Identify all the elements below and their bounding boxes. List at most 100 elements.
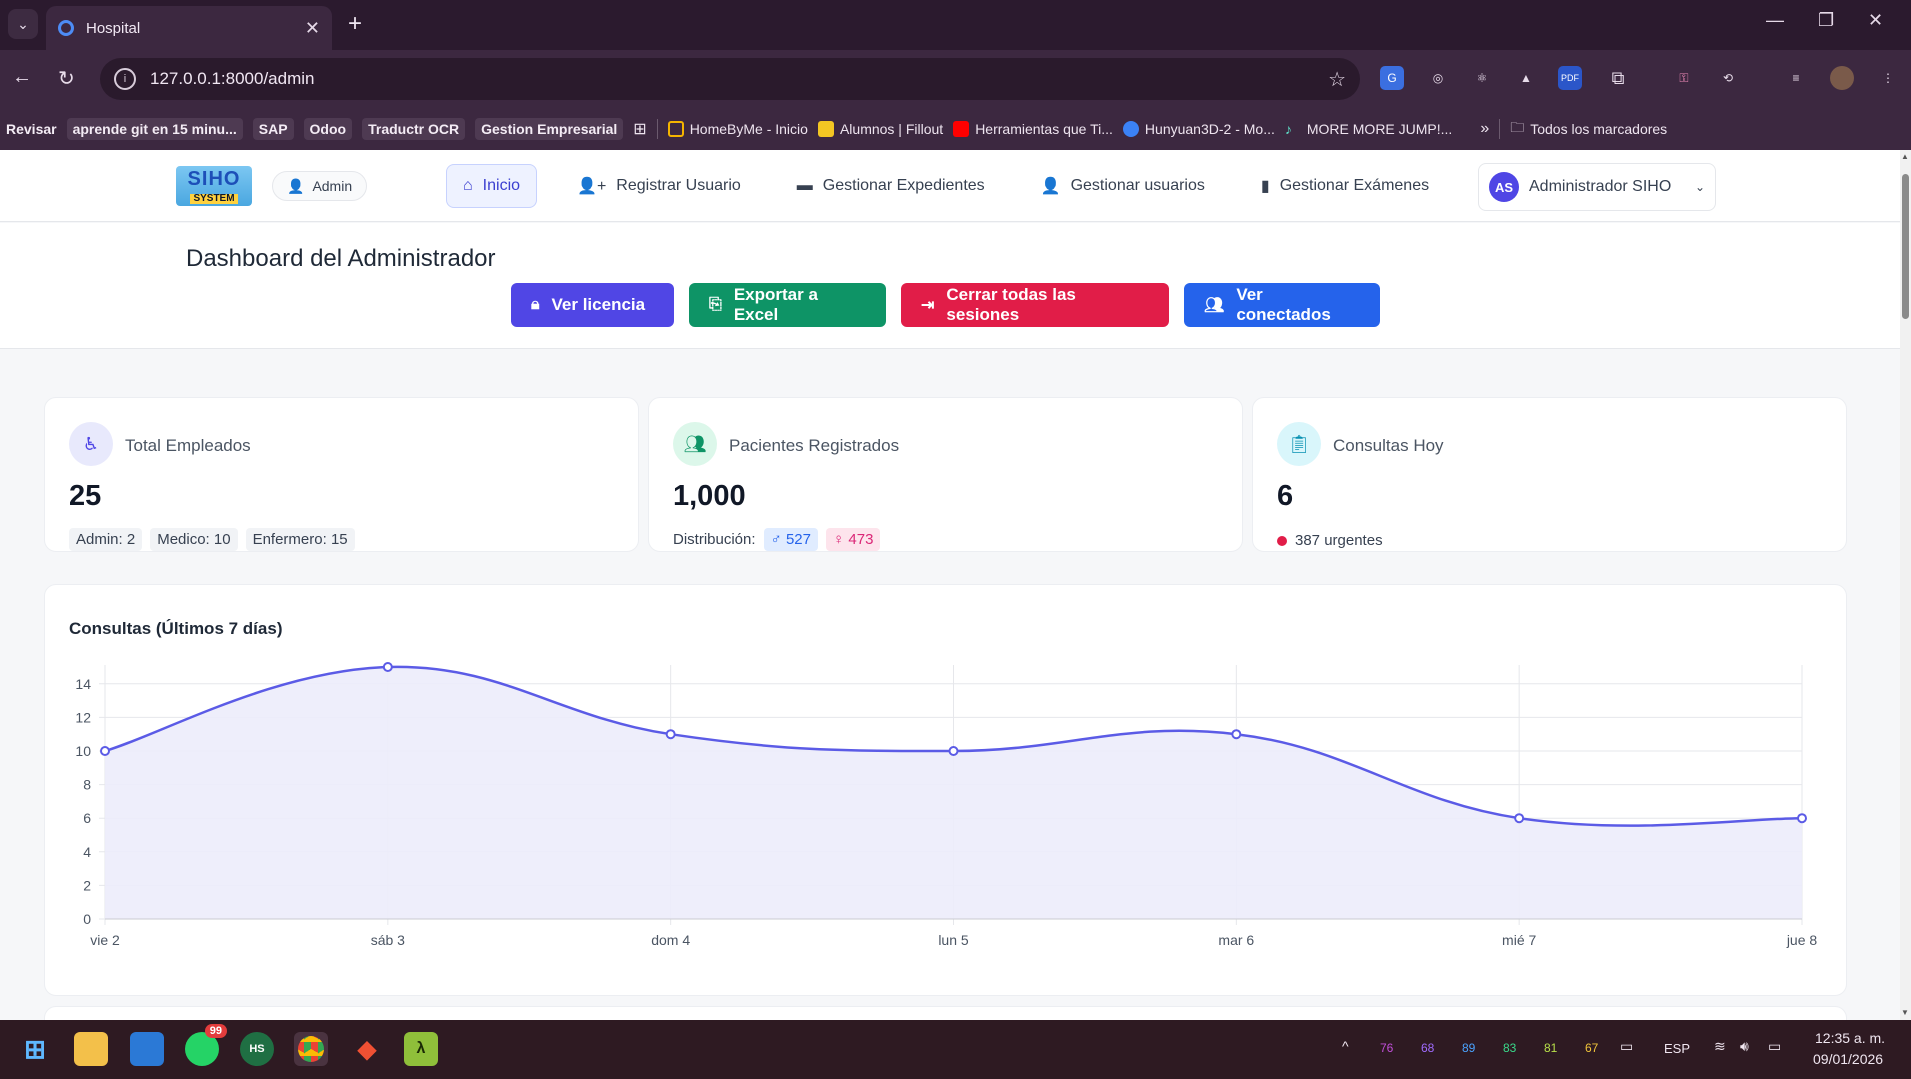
x-tick-label: dom 4	[651, 932, 690, 948]
minimize-icon[interactable]: —	[1766, 10, 1784, 31]
angular-extension-icon[interactable]: ▲	[1514, 66, 1538, 90]
data-point	[100, 746, 110, 756]
consults-value: 6	[1277, 480, 1294, 512]
bookmark-sap[interactable]: SAP	[252, 118, 294, 140]
back-icon[interactable]: ←	[12, 66, 32, 89]
nav-inicio[interactable]: ⌂ Inicio	[446, 164, 538, 208]
user-icon: 👤	[287, 177, 305, 194]
scroll-down-icon[interactable]: ▼	[1901, 1008, 1909, 1017]
exportar-excel-button[interactable]: ⎘ Exportar a Excel	[689, 283, 886, 327]
bookmark-mmj[interactable]: ♪ MORE MORE JUMP!...	[1285, 121, 1452, 137]
photos-icon[interactable]	[130, 1032, 164, 1066]
bookmark-revisar[interactable]: Revisar	[6, 121, 57, 137]
avatar: AS	[1489, 172, 1519, 202]
bookmark-odoo[interactable]: Odoo	[303, 118, 353, 140]
next-card	[44, 1006, 1847, 1020]
reload-icon[interactable]: ↻	[58, 66, 75, 91]
nav-gestionar-expedientes[interactable]: ▬ Gestionar Expedientes	[781, 164, 1001, 208]
patients-value: 1,000	[673, 480, 746, 512]
bookmark-fillout[interactable]: Alumnos | Fillout	[817, 121, 943, 137]
windows-start-icon[interactable]: ⊞	[18, 1032, 52, 1066]
history-icon[interactable]: ⟲	[1716, 66, 1740, 90]
media-queue-icon[interactable]: ≡	[1784, 66, 1808, 90]
user-menu[interactable]: AS Administrador SIHO ⌄	[1478, 163, 1716, 211]
bookmark-homebyme[interactable]: HomeByMe - Inicio	[667, 121, 808, 137]
bookmark-youtube[interactable]: Herramientas que Ti...	[953, 121, 1113, 137]
home-icon: ⌂	[463, 177, 473, 194]
profile-avatar[interactable]	[1830, 66, 1854, 90]
nav-gestionar-examenes[interactable]: ▮ Gestionar Exámenes	[1245, 164, 1445, 208]
browser-toolbar: ← ↻ i 127.0.0.1:8000/admin ☆ G ◎ ⚛ ▲ PDF…	[0, 50, 1911, 108]
ver-conectados-button[interactable]: 👥︎ Ver conectados	[1184, 283, 1380, 327]
bookmark-star-icon[interactable]: ☆	[1328, 67, 1346, 92]
patients-icon: 👥︎	[673, 422, 717, 466]
extensions-puzzle-icon[interactable]: ⧉	[1606, 66, 1630, 90]
new-tab-button[interactable]: +	[348, 10, 362, 38]
users-icon: 👥︎	[1204, 297, 1225, 314]
browser-menu-icon[interactable]: ⋮	[1876, 66, 1900, 90]
tray-expand-icon[interactable]: ^	[1342, 1038, 1349, 1054]
tray-value: 81	[1544, 1041, 1558, 1055]
music-note-icon: ♪	[1284, 121, 1292, 137]
bookmark-gestion[interactable]: Gestion Empresarial	[475, 118, 624, 140]
volume-icon[interactable]: 🔊︎	[1740, 1038, 1749, 1055]
youtube-icon	[953, 121, 970, 137]
employees-breakdown: Admin: 2 Medico: 10 Enfermero: 15	[69, 528, 355, 551]
patients-card: 👥︎ Pacientes Registrados 1,000 Distribuc…	[648, 397, 1243, 552]
pdf-extension-icon[interactable]: PDF	[1558, 66, 1582, 90]
x-tick-label: jue 8	[1786, 932, 1818, 948]
tab-search-button[interactable]: ⌄	[8, 9, 38, 39]
chrome-icon[interactable]	[294, 1032, 328, 1066]
tray-value: 68	[1421, 1041, 1435, 1055]
git-icon[interactable]: ◆	[350, 1032, 384, 1066]
apps-grid-icon[interactable]: ⊞	[633, 119, 646, 139]
y-tick-label: 0	[83, 911, 91, 927]
translate-extension-icon[interactable]: G	[1380, 66, 1404, 90]
page-viewport: SIHO SYSTEM 👤 Admin ⌂ Inicio 👤+ Registra…	[0, 150, 1900, 1020]
bookmarks-bar: Revisar aprende git en 15 minu... SAP Od…	[0, 108, 1911, 150]
url-text[interactable]: 127.0.0.1:8000/admin	[150, 69, 1328, 89]
clock-date[interactable]: 09/01/2026	[1813, 1051, 1883, 1067]
scrollbar-thumb[interactable]	[1902, 174, 1909, 319]
site-info-icon[interactable]: i	[114, 68, 136, 90]
y-tick-label: 2	[83, 877, 91, 893]
bookmark-git[interactable]: aprende git en 15 minu...	[66, 118, 243, 140]
data-point	[1514, 813, 1525, 824]
browser-tab[interactable]: Hospital ✕	[46, 6, 332, 50]
file-explorer-icon[interactable]	[74, 1032, 108, 1066]
bookmark-hunyuan[interactable]: Hunyuan3D-2 - Mo...	[1122, 121, 1275, 137]
tab-close-icon[interactable]: ✕	[305, 18, 320, 39]
monitor-icon[interactable]: ▭	[1620, 1038, 1633, 1055]
wifi-icon[interactable]: ≋	[1714, 1038, 1726, 1055]
cerrar-sesiones-button[interactable]: ⇥ Cerrar todas las sesiones	[901, 283, 1169, 327]
password-key-icon[interactable]: ⚿	[1672, 66, 1696, 90]
male-count: ♂ 527	[763, 528, 818, 551]
lambda-app-icon[interactable]: λ	[404, 1032, 438, 1066]
react-extension-icon[interactable]: ⚛	[1470, 66, 1494, 90]
page-scrollbar[interactable]: ▲ ▼	[1900, 150, 1911, 1020]
clock-time[interactable]: 12:35 a. m.	[1815, 1030, 1885, 1046]
target-extension-icon[interactable]: ◎	[1426, 66, 1450, 90]
battery-icon[interactable]: ▭	[1768, 1038, 1781, 1055]
y-tick-label: 10	[75, 743, 91, 759]
data-point	[382, 662, 393, 672]
hs-app-icon[interactable]: HS	[240, 1032, 274, 1066]
user-icon: 👤	[1040, 178, 1061, 195]
close-window-icon[interactable]: ✕	[1868, 10, 1883, 31]
language-indicator[interactable]: ESP	[1664, 1041, 1690, 1056]
restore-icon[interactable]: ❐	[1818, 10, 1834, 31]
bookmark-ocr[interactable]: Traductr OCR	[362, 118, 466, 140]
all-bookmarks[interactable]: 🗀 Todos los marcadores	[1510, 117, 1667, 141]
ver-licencia-button[interactable]: 🔒︎ Ver licencia	[511, 283, 674, 327]
whatsapp-icon[interactable]: 99	[185, 1024, 227, 1066]
nav-gestionar-usuarios[interactable]: 👤 Gestionar usuarios	[1025, 164, 1221, 208]
chevron-down-icon: ⌄	[1694, 180, 1705, 194]
y-tick-label: 8	[83, 777, 91, 793]
siho-logo[interactable]: SIHO SYSTEM	[176, 166, 252, 206]
scroll-up-icon[interactable]: ▲	[1901, 152, 1909, 161]
nav-registrar-usuario[interactable]: 👤+ Registrar Usuario	[561, 164, 757, 208]
data-point	[665, 729, 676, 740]
address-bar[interactable]: i 127.0.0.1:8000/admin ☆	[100, 58, 1360, 100]
patients-label: Pacientes Registrados	[729, 436, 900, 455]
more-bookmarks-icon[interactable]: »	[1480, 120, 1489, 138]
